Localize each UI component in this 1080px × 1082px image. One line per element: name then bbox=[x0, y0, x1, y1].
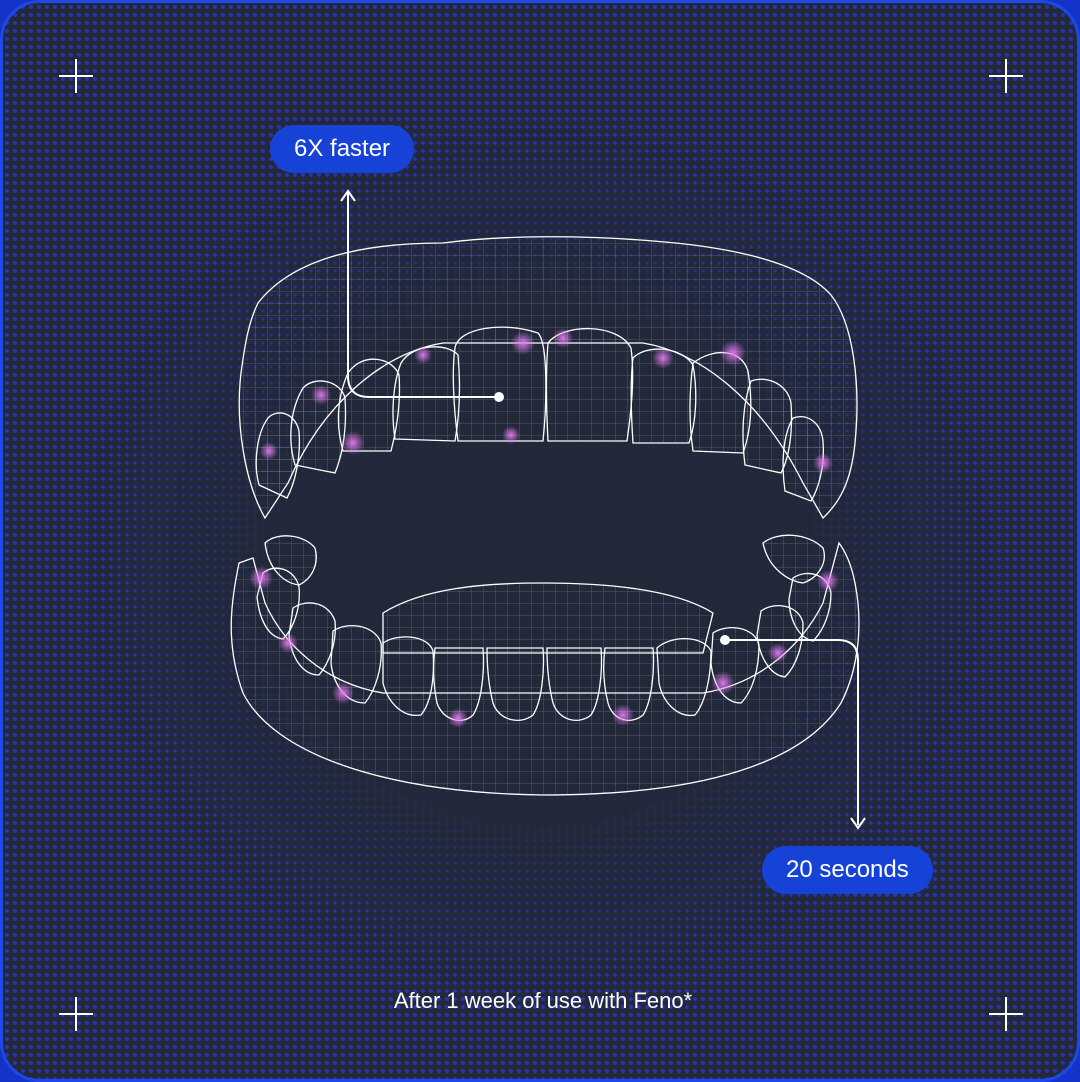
upper-jaw bbox=[238, 236, 858, 520]
tongue bbox=[382, 582, 714, 654]
feature-card: 6X faster 20 seconds After 1 week of use… bbox=[0, 0, 1080, 1082]
callout-badge-bottom: 20 seconds bbox=[762, 846, 933, 894]
callout-dot-bottom bbox=[720, 635, 730, 645]
teeth-illustration bbox=[230, 189, 866, 830]
callout-badge-top: 6X faster bbox=[270, 125, 415, 173]
caption: After 1 week of use with Feno* bbox=[393, 988, 693, 1013]
lower-jaw bbox=[230, 534, 860, 796]
tooth bbox=[486, 647, 545, 721]
lower-gum bbox=[230, 541, 860, 796]
callout-dot-top bbox=[494, 392, 504, 402]
tooth bbox=[689, 351, 752, 454]
tooth bbox=[762, 534, 825, 584]
